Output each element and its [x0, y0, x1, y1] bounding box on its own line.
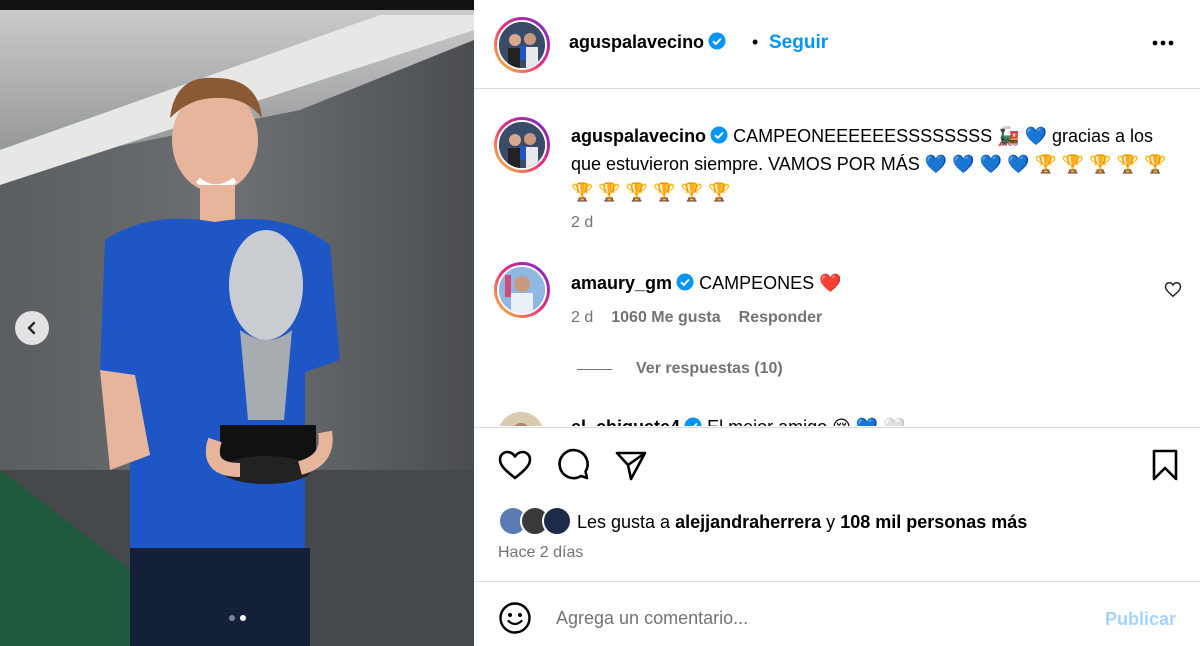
emoji-icon[interactable] — [498, 601, 532, 635]
comment-icon[interactable] — [555, 447, 591, 483]
avatar-photo — [499, 22, 545, 68]
heart-icon[interactable] — [497, 447, 533, 483]
comments-list[interactable]: aguspalavecino CAMPEONEEEEEESSSSSSSS 🚂 💙… — [474, 90, 1200, 426]
verified-icon — [676, 273, 694, 291]
likes-count[interactable]: 108 mil personas más — [840, 512, 1027, 532]
post-timestamp: Hace 2 días — [498, 544, 584, 561]
caption-time: 2 d — [571, 214, 594, 231]
post-details: aguspalavecino • Seguir aguspalavecino C… — [474, 0, 1200, 646]
comment-input[interactable] — [556, 604, 1076, 632]
more-icon[interactable] — [1148, 33, 1178, 53]
caption-avatar[interactable] — [494, 117, 550, 173]
likes-summary[interactable]: Les gusta a alejjandraherrera y 108 mil … — [577, 512, 1027, 533]
caption-text-block: aguspalavecino CAMPEONEEEEEESSSSSSSS 🚂 💙… — [571, 122, 1171, 206]
carousel-indicator — [0, 615, 474, 621]
comment-avatar[interactable] — [498, 412, 544, 426]
reply-button[interactable]: Responder — [739, 309, 823, 326]
post-header: aguspalavecino • Seguir — [474, 0, 1200, 89]
liker-avatar — [542, 506, 572, 536]
heart-icon[interactable] — [1164, 281, 1182, 298]
comment-meta: 2 d 1060 Me gusta Responder — [571, 309, 822, 327]
verified-icon — [708, 32, 726, 50]
comment-likes[interactable]: 1060 Me gusta — [611, 309, 720, 326]
view-replies-button[interactable]: Ver respuestas (10) — [577, 360, 783, 378]
share-icon[interactable] — [613, 447, 649, 483]
verified-icon — [684, 417, 702, 426]
liker-username[interactable]: alejjandraherrera — [675, 512, 821, 532]
comment-text-block: el_chiquete4 El mejor amigo 😔 💙 🤍 — [571, 413, 906, 426]
publish-button[interactable]: Publicar — [1105, 609, 1176, 630]
post-actions: Les gusta a alejjandraherrera y 108 mil … — [474, 427, 1200, 581]
separator-dot: • — [752, 32, 759, 52]
comment-username[interactable]: el_chiquete4 — [571, 417, 702, 426]
post-photo — [0, 0, 474, 646]
likers-avatars[interactable] — [498, 506, 572, 536]
post-media[interactable] — [0, 0, 474, 646]
author-avatar[interactable] — [494, 17, 550, 73]
avatar-photo — [499, 122, 545, 168]
avatar-photo — [498, 412, 544, 426]
divider-line — [577, 368, 612, 370]
author-username[interactable]: aguspalavecino — [569, 32, 726, 53]
comment-username[interactable]: amaury_gm — [571, 273, 694, 293]
comment-text: CAMPEONES ❤️ — [699, 273, 842, 293]
comment-time: 2 d — [571, 309, 594, 326]
follow-button[interactable]: Seguir — [769, 32, 828, 54]
comment-avatar[interactable] — [494, 262, 550, 318]
carousel-dot — [228, 615, 235, 621]
view-replies-label: Ver respuestas (10) — [636, 360, 783, 377]
verified-icon — [710, 126, 728, 144]
carousel-dot-active — [239, 615, 246, 621]
comment-composer: Publicar — [474, 581, 1200, 646]
caption-username[interactable]: aguspalavecino — [571, 126, 728, 146]
chevron-left-icon — [27, 321, 36, 335]
comment-text: El mejor amigo 😔 💙 🤍 — [707, 417, 906, 426]
avatar-photo — [499, 267, 545, 313]
comment-text-block: amaury_gm CAMPEONES ❤️ — [571, 269, 842, 297]
carousel-prev-button[interactable] — [15, 311, 49, 345]
bookmark-icon[interactable] — [1147, 447, 1183, 483]
